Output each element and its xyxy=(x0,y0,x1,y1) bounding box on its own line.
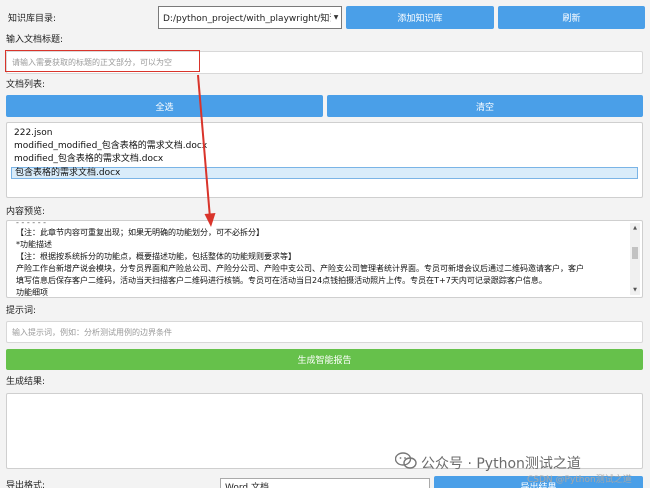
preview-line: 填写信息后保存客户二维码，活动当天扫描客户二维码进行核销。专员可在活动当日24点… xyxy=(16,276,547,285)
preview-line: *功能描述 xyxy=(16,240,52,249)
list-item[interactable]: 222.json xyxy=(11,127,638,139)
kb-dir-select[interactable]: D:/python_project/with_playwright/知识库 ▼ xyxy=(158,6,342,29)
list-item[interactable]: modified_包含表格的需求文档.docx xyxy=(11,153,638,165)
list-item-selected[interactable]: 包含表格的需求文档.docx xyxy=(11,167,638,179)
prompt-label: 提示词: xyxy=(6,306,37,316)
export-button[interactable]: 导出结果 xyxy=(434,476,643,488)
preview-label: 内容预览: xyxy=(6,207,46,217)
list-item[interactable]: modified_modified_包含表格的需求文档.docx xyxy=(11,140,638,152)
prompt-input[interactable]: 输入提示词，例如：分析测试用例的边界条件 xyxy=(6,321,643,343)
doc-listbox[interactable]: 222.json modified_modified_包含表格的需求文档.doc… xyxy=(6,122,643,198)
kb-dir-label: 知识库目录: xyxy=(8,14,57,24)
select-all-button[interactable]: 全选 xyxy=(6,95,323,117)
doc-list-label: 文档列表: xyxy=(6,80,46,90)
chevron-down-icon: ▼ xyxy=(333,14,339,21)
refresh-button[interactable]: 刷新 xyxy=(498,6,645,29)
preview-line: 产险工作台新增产说会模块，分专员界面和产险总公司、产险分公司、产险中支公司、产险… xyxy=(16,264,584,273)
export-format-select[interactable]: Word 文档 xyxy=(220,478,430,488)
scroll-thumb[interactable] xyxy=(632,247,638,259)
preview-scrollbar[interactable]: ▲ ▼ xyxy=(630,223,640,295)
preview-line: 【注：根据按系统拆分的功能点，概要描述功能，包括整体的功能规则要求等】 xyxy=(16,252,296,261)
result-textbox[interactable] xyxy=(6,393,643,469)
clear-button[interactable]: 清空 xyxy=(327,95,643,117)
preview-line: 功能细项 xyxy=(16,288,48,297)
kb-dir-value: D:/python_project/with_playwright/知识库 xyxy=(163,14,331,24)
scroll-up-icon[interactable]: ▲ xyxy=(630,223,640,233)
add-kb-button[interactable]: 添加知识库 xyxy=(346,6,494,29)
preview-line: 【注：此章节内容可重复出现；如果无明确的功能划分，可不必拆分】 xyxy=(16,228,264,237)
generate-report-button[interactable]: 生成智能报告 xyxy=(6,349,643,370)
title-input-label: 输入文档标题: xyxy=(6,35,64,45)
export-label: 导出格式: xyxy=(6,481,46,488)
result-label: 生成结果: xyxy=(6,377,46,387)
preview-textbox[interactable]: - - - - - - 【注：此章节内容可重复出现；如果无明确的功能划分，可不必… xyxy=(6,220,643,298)
scroll-down-icon[interactable]: ▼ xyxy=(630,285,640,295)
title-input[interactable]: 请输入需要获取的标题的正文部分，可以为空 xyxy=(6,51,643,74)
export-format-value: Word 文档 xyxy=(225,482,269,488)
